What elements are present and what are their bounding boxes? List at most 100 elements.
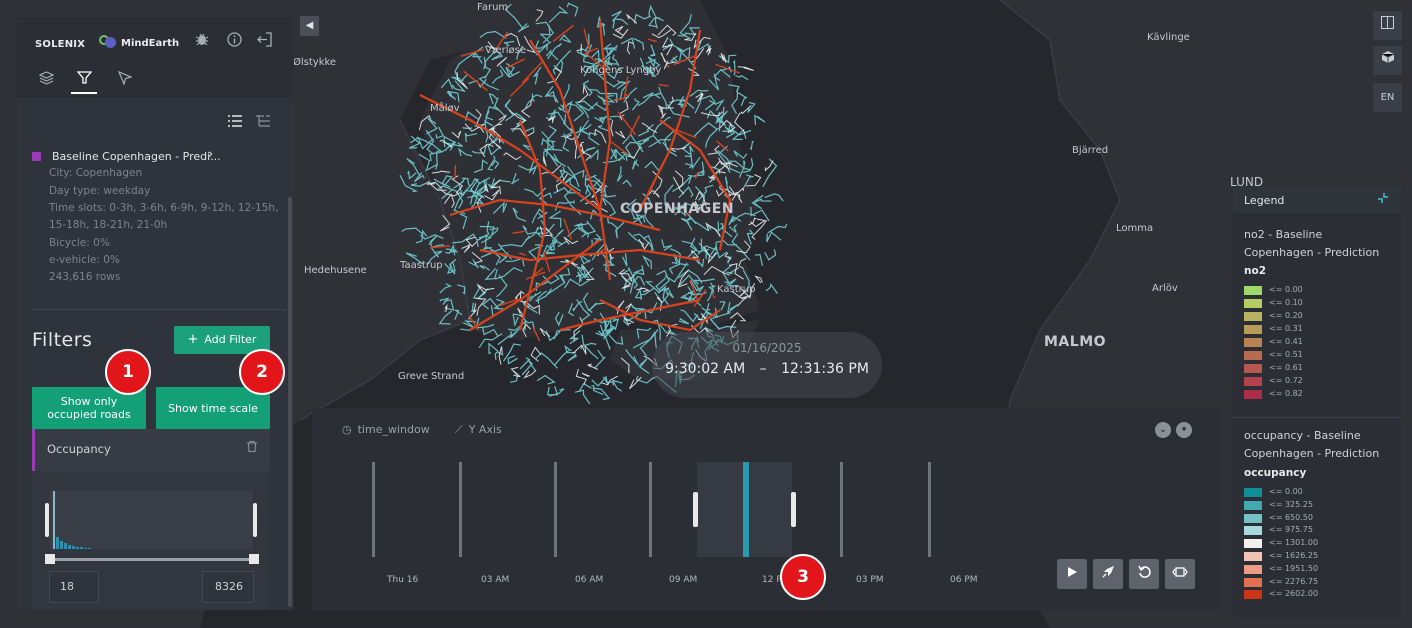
legend-label: <= 0.82 [1269,389,1303,398]
dataset-color-swatch [32,152,41,161]
place-label: Måløv [430,103,460,114]
mindearth-logo: MindEarth [121,38,180,49]
trash-icon[interactable] [247,440,257,455]
legend-label: <= 0.00 [1269,285,1303,294]
timeline-window-start-handle[interactable] [693,492,698,527]
legend-label: <= 1626.25 [1269,551,1319,560]
histogram-bars [53,491,91,549]
language-button[interactable]: EN [1373,83,1402,112]
clock-icon: ◷ [342,423,352,436]
place-label: Værløse [485,45,527,56]
legend-swatch [1244,526,1262,536]
collapse-legend-icon[interactable] [1377,192,1389,207]
time-window-dash: – [759,361,767,377]
legend-swatch [1244,351,1262,360]
legend-swatch [1244,312,1262,321]
pointer-icon[interactable] [111,70,137,94]
solenix-logo: SOLENIX [35,39,86,50]
side-panel: SOLENIX MindEarth Baseline Copenhagen - … [17,17,294,610]
legend-label: <= 0.41 [1269,337,1303,346]
legend-label: <= 975.75 [1269,525,1313,535]
annotation-marker-3: 3 [780,554,826,600]
legend-swatch [1244,500,1262,510]
tab-time-window-label: time_window [357,423,430,436]
legend-label: <= 2276.75 [1269,576,1319,586]
range-min-input[interactable]: 18 [49,571,99,603]
occupancy-filter-label: Occupancy [47,442,111,456]
annotation-marker-1: 1 [105,349,151,395]
collapse-panel-button[interactable]: ◀ [300,16,319,36]
timeline-panel: ◷ time_window ⟋ Y Axis ⌄ ✦ Thu 16 03 AM 06… [312,408,1222,610]
histogram-left-handle[interactable] [45,503,49,537]
legend-label: <= 0.31 [1269,324,1303,333]
range-slider-max-handle[interactable] [249,554,259,564]
timeline-window-end-handle[interactable] [791,492,796,527]
place-label: Lomma [1116,223,1154,234]
legend-label: <= 0.00 [1269,487,1303,496]
logout-icon[interactable] [255,32,273,50]
play-button[interactable] [1057,559,1087,589]
timeline-bar [928,462,931,557]
legend-label: <= 0.51 [1269,350,1303,359]
time-window-start: 9:30:02 AM [665,361,746,377]
histogram-right-handle[interactable] [253,503,257,537]
timeline-current-time [743,462,749,557]
reset-button[interactable] [1129,559,1159,589]
divider [31,309,286,310]
timeline-tick: 06 AM [575,575,604,585]
occupancy-filter-header[interactable]: Occupancy [32,429,270,471]
dataset-city: City: Copenhagen [49,167,143,179]
fit-range-button[interactable] [1165,559,1195,589]
split-map-icon [1381,16,1394,29]
legend-label: <= 325.25 [1269,499,1313,509]
layers-icon[interactable] [33,70,59,94]
panel-scrollbar[interactable] [288,197,292,607]
legend-label: <= 2602.00 [1269,589,1319,599]
time-window-display: 01/16/2025 9:30:02 AM – 12:31:36 PM [652,332,882,398]
range-slider-min-handle[interactable] [45,554,55,564]
bug-icon[interactable] [193,32,211,50]
range-slider-track[interactable] [49,558,255,561]
list-view-icon[interactable] [227,115,243,131]
legend-label: <= 0.10 [1269,298,1303,307]
timeline-bar [459,462,462,557]
tab-time-window[interactable]: ◷ time_window [342,423,430,436]
legend-label: <= 650.50 [1269,512,1313,522]
3d-view-icon [1381,51,1394,63]
3d-view-button[interactable] [1373,46,1402,75]
timeline-tick: 06 PM [950,575,978,585]
timeline-tick: 03 AM [481,575,510,585]
tree-view-icon[interactable] [255,115,271,131]
legend-panel: Legend no2 - Baseline Copenhagen - Predi… [1233,187,1401,618]
chevron-down-icon[interactable]: ⌄ [1155,422,1171,438]
timeline-bar [372,462,375,557]
animate-button[interactable] [1093,559,1123,589]
range-max-input[interactable]: 8326 [202,571,254,603]
timeline-bar [554,462,557,557]
timeline-tick: 03 PM [856,575,884,585]
time-window-date: 01/16/2025 [732,341,802,355]
place-label: Greve Strand [398,371,465,382]
chevron-left-icon: ◀ [305,20,314,31]
info-icon[interactable] [225,32,243,50]
mindearth-logo-icon [105,37,116,48]
legend-swatch [1244,299,1262,308]
tab-y-axis[interactable]: ⟋ Y Axis [455,423,502,437]
chevron-right-icon[interactable]: › [208,147,213,162]
time-window-end: 12:31:36 PM [781,361,869,377]
legend-label: <= 1301.00 [1269,538,1319,548]
settings-icon[interactable]: ✦ [1176,422,1192,438]
plus-icon: + [187,332,199,347]
panel-header: SOLENIX MindEarth [17,17,294,97]
tab-y-axis-label: Y Axis [468,423,502,436]
dataset-daytype: Day type: weekday [49,185,151,197]
split-map-button[interactable] [1373,11,1402,40]
filter-icon[interactable] [71,70,97,94]
legend-occupancy-variable: occupancy [1244,467,1307,479]
dataset-name[interactable]: Baseline Copenhagen - Predi... [52,150,221,163]
rocket-icon [1102,566,1114,578]
play-icon [1068,567,1077,577]
place-label: Kävlinge [1147,32,1190,43]
place-label: Taastrup [400,260,443,271]
legend-label: <= 0.20 [1269,311,1303,320]
